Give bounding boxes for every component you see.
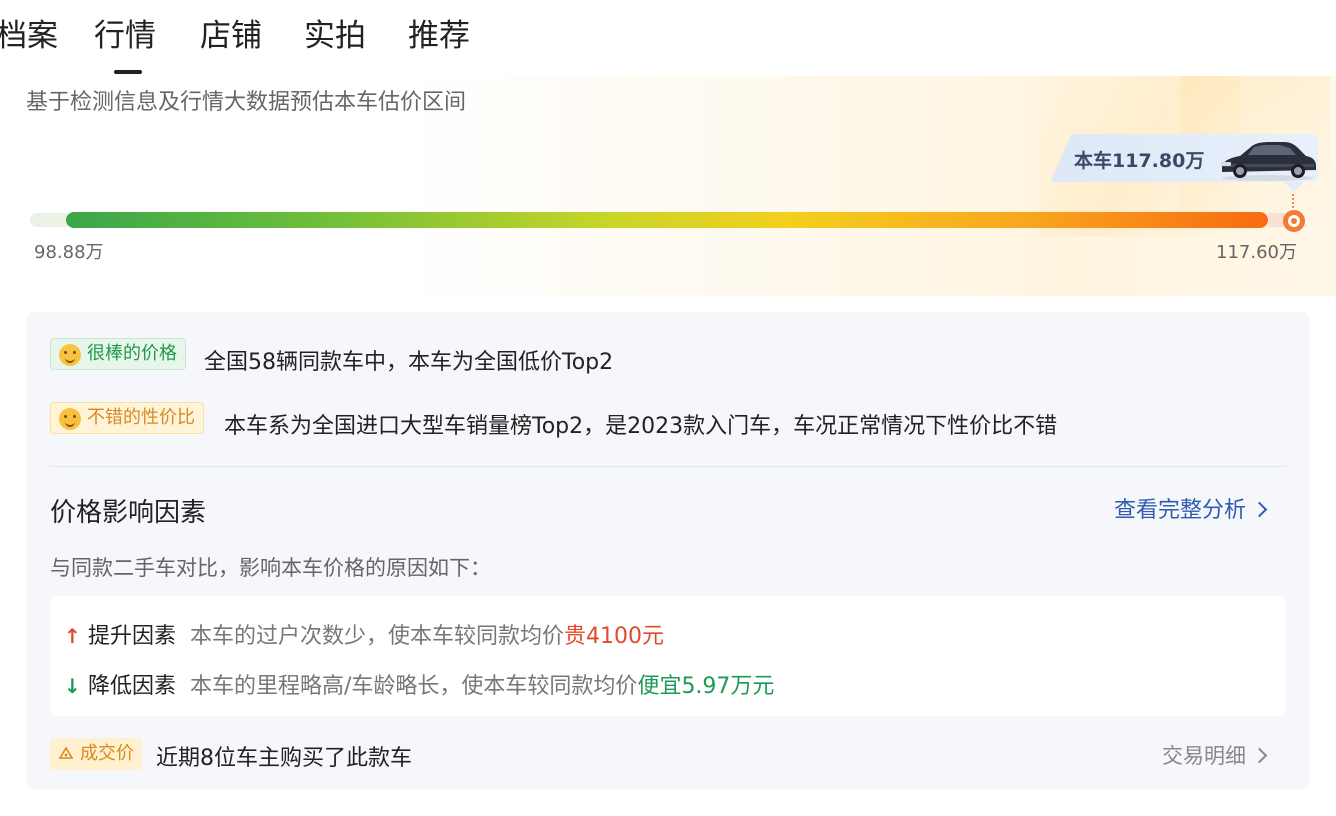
arrow-down-icon: ↓ bbox=[64, 674, 81, 698]
price-dotted-line bbox=[1292, 194, 1294, 208]
factors-intro: 与同款二手车对比，影响本车价格的原因如下： bbox=[50, 556, 491, 580]
transaction-details-link[interactable]: 交易明细 bbox=[1162, 740, 1268, 770]
deal-price-badge: 成交价 bbox=[50, 738, 142, 770]
tab-market[interactable]: 行情 bbox=[94, 14, 156, 58]
great-price-badge-label: 很棒的价格 bbox=[87, 343, 177, 364]
tab-recommend[interactable]: 推荐 bbox=[408, 14, 470, 58]
factor-effect: 便宜5.97万元 bbox=[637, 674, 775, 699]
current-price-label: 本车117.80万 bbox=[1074, 150, 1205, 172]
deal-price-badge-label: 成交价 bbox=[80, 743, 134, 764]
view-full-analysis-label: 查看完整分析 bbox=[1114, 498, 1247, 523]
smiley-icon bbox=[59, 408, 81, 430]
value-text: 本车系为全国进口大型车销量榜Top2，是2023款入门车，车况正常情况下性价比不… bbox=[224, 414, 1058, 439]
active-tab-indicator bbox=[114, 70, 142, 74]
view-full-analysis-link[interactable]: 查看完整分析 bbox=[1114, 492, 1268, 524]
transaction-details-label: 交易明细 bbox=[1162, 744, 1246, 768]
divider bbox=[50, 466, 1286, 467]
value-badge: 不错的性价比 bbox=[50, 402, 204, 434]
factor-effect: 贵4100元 bbox=[564, 624, 665, 649]
great-price-badge: 很棒的价格 bbox=[50, 338, 186, 370]
factor-row-down: ↓ 降低因素 本车的里程略高/车龄略长，使本车较同款均价便宜5.97万元 bbox=[64, 668, 775, 699]
tab-store[interactable]: 店铺 bbox=[200, 14, 262, 58]
range-min-label: 98.88万 bbox=[34, 242, 104, 263]
price-tag-pointer bbox=[1284, 182, 1304, 192]
price-range-subtitle: 基于检测信息及行情大数据预估本车估价区间 bbox=[26, 90, 467, 115]
range-max-label: 117.60万 bbox=[1216, 242, 1297, 263]
smiley-icon bbox=[59, 344, 81, 366]
arrow-up-icon: ↑ bbox=[64, 624, 81, 648]
deal-text: 近期8位车主购买了此款车 bbox=[156, 746, 412, 771]
factor-desc: 本车的过户次数少，使本车较同款均价 bbox=[190, 624, 565, 649]
price-analysis-card bbox=[26, 312, 1310, 790]
current-price-marker bbox=[1283, 210, 1305, 232]
factor-label: 提升因素 bbox=[88, 624, 177, 649]
factor-label: 降低因素 bbox=[88, 674, 177, 699]
value-badge-label: 不错的性价比 bbox=[87, 407, 195, 428]
chevron-right-icon bbox=[1251, 747, 1268, 764]
price-range-bar bbox=[66, 212, 1268, 228]
tab-photos[interactable]: 实拍 bbox=[304, 14, 366, 58]
factor-desc: 本车的里程略高/车龄略长，使本车较同款均价 bbox=[190, 674, 638, 699]
price-tag-icon bbox=[58, 746, 74, 759]
great-price-text: 全国58辆同款车中，本车为全国低价Top2 bbox=[204, 350, 614, 375]
factors-title: 价格影响因素 bbox=[50, 498, 207, 528]
factor-row-up: ↑ 提升因素 本车的过户次数少，使本车较同款均价贵4100元 bbox=[64, 618, 665, 649]
car-thumbnail bbox=[1221, 142, 1316, 181]
chevron-right-icon bbox=[1251, 501, 1268, 518]
tab-archive[interactable]: 档案 bbox=[0, 14, 58, 58]
range-bar-left-cap bbox=[30, 213, 68, 227]
